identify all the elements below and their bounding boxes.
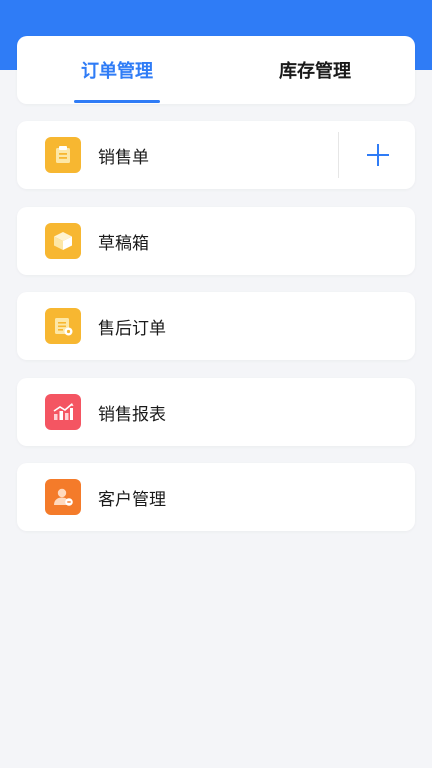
menu-item-label: 销售报表 xyxy=(98,404,166,425)
tab-order-management[interactable]: 订单管理 xyxy=(17,36,217,104)
divider xyxy=(338,132,339,178)
add-sales-order-button[interactable] xyxy=(340,121,415,189)
chart-icon xyxy=(45,394,81,430)
menu-item-customer-management[interactable]: 客户管理 xyxy=(17,463,415,531)
menu-item-label: 售后订单 xyxy=(98,318,166,339)
menu-item-sales-report[interactable]: 销售报表 xyxy=(17,378,415,446)
tab-inventory-management[interactable]: 库存管理 xyxy=(215,36,415,104)
menu-item-label: 客户管理 xyxy=(98,489,166,510)
customer-icon xyxy=(45,479,81,515)
tab-label: 库存管理 xyxy=(279,61,351,82)
clipboard-icon xyxy=(45,137,81,173)
box-icon xyxy=(45,223,81,259)
active-tab-indicator xyxy=(74,100,160,103)
menu-item-after-sales-orders[interactable]: 售后订单 xyxy=(17,292,415,360)
tab-label: 订单管理 xyxy=(81,61,153,82)
menu-item-sales-order[interactable]: 销售单 xyxy=(17,121,415,189)
menu-item-label: 销售单 xyxy=(98,147,149,168)
menu-item-label: 草稿箱 xyxy=(98,233,149,254)
menu-item-drafts[interactable]: 草稿箱 xyxy=(17,207,415,275)
after-sales-document-icon xyxy=(45,308,81,344)
tab-bar: 订单管理 库存管理 xyxy=(17,36,415,104)
plus-icon xyxy=(366,144,389,166)
